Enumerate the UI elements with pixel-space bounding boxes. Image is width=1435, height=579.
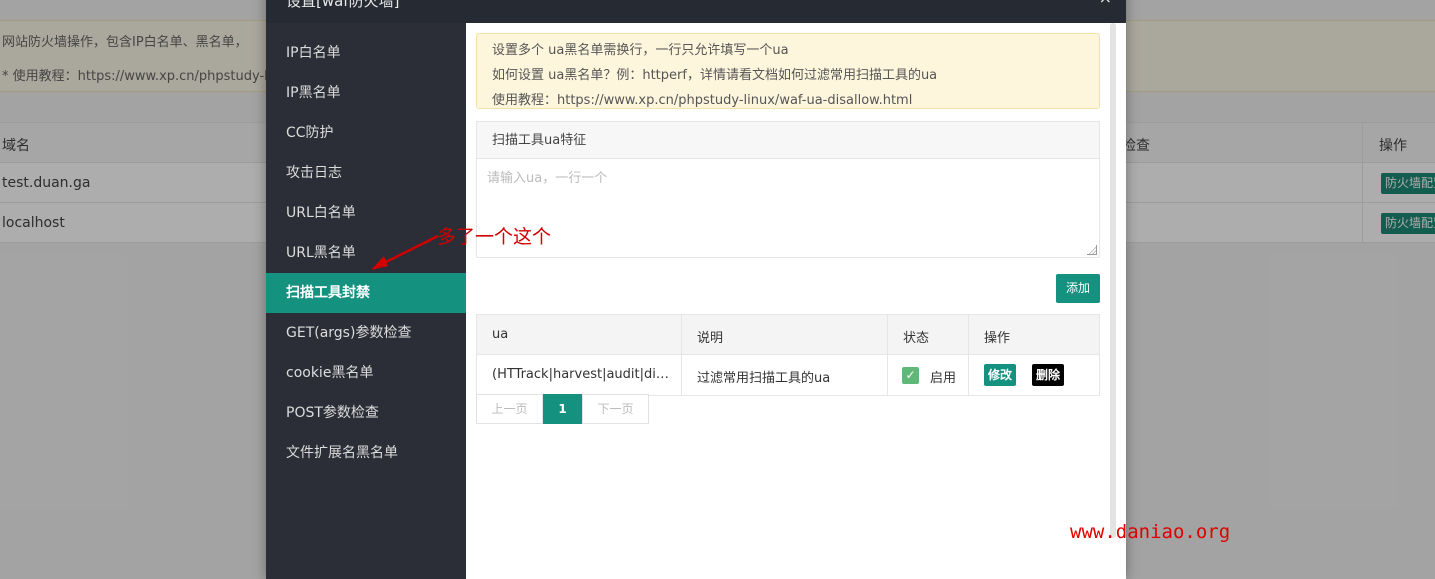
nav-item-scanner-block[interactable]: 扫描工具封禁 — [266, 273, 466, 313]
tips-line3: 使用教程：https://www.xp.cn/phpstudy-linux/wa… — [492, 93, 913, 108]
nav-item-ip-blacklist[interactable]: IP黑名单 — [266, 73, 466, 113]
header-op: 操作 — [969, 315, 1099, 354]
nav-item-cookie-blacklist[interactable]: cookie黑名单 — [266, 353, 466, 393]
table-row: (HTTrack|harvest|audit|di… 过滤常用扫描工具的ua ✓… — [477, 355, 1099, 395]
resize-grip-icon[interactable] — [1087, 245, 1097, 255]
side-nav: IP白名单 IP黑名单 CC防护 攻击日志 URL白名单 URL黑名单 扫描工具… — [266, 23, 466, 579]
nav-item-get-args-check[interactable]: GET(args)参数检查 — [266, 313, 466, 353]
ua-input[interactable] — [477, 159, 1099, 257]
edit-button[interactable]: 修改 — [984, 364, 1017, 386]
nav-item-file-ext-blacklist[interactable]: 文件扩展名黑名单 — [266, 433, 466, 473]
nav-item-cc-protection[interactable]: CC防护 — [266, 113, 466, 153]
header-ua: ua — [477, 315, 682, 354]
current-page[interactable]: 1 — [543, 394, 582, 424]
close-icon[interactable]: × — [1099, 0, 1112, 7]
delete-button[interactable]: 删除 — [1032, 364, 1065, 386]
annotation-text: 多了一个这个 — [437, 226, 552, 248]
cell-status: ✓ 启用 — [888, 355, 969, 395]
nav-item-attack-log[interactable]: 攻击日志 — [266, 153, 466, 193]
content-panel: 设置多个 ua黑名单需换行，一行只允许填写一个ua 如何设置 ua黑名单？例：h… — [466, 23, 1126, 579]
header-status: 状态 — [888, 315, 969, 354]
ua-table-header: ua 说明 状态 操作 — [477, 315, 1099, 355]
next-page-button[interactable]: 下一页 — [582, 394, 649, 424]
scrollbar[interactable] — [1110, 23, 1116, 538]
ua-form: 扫描工具ua特征 — [476, 121, 1100, 258]
annotation-arrow-icon — [371, 234, 439, 270]
nav-item-ip-whitelist[interactable]: IP白名单 — [266, 33, 466, 73]
ua-form-label: 扫描工具ua特征 — [477, 122, 1099, 159]
status-label: 启用 — [930, 371, 957, 386]
header-ua-label: ua — [492, 327, 509, 342]
header-desc: 说明 — [682, 315, 888, 354]
ua-table: ua 说明 状态 操作 (HTTrack|harvest|audit|di… 过… — [476, 314, 1100, 396]
tips-box: 设置多个 ua黑名单需换行，一行只允许填写一个ua 如何设置 ua黑名单？例：h… — [476, 33, 1100, 109]
cell-op: 修改 删除 — [969, 355, 1099, 395]
prev-page-button[interactable]: 上一页 — [476, 394, 543, 424]
add-button[interactable]: 添加 — [1056, 274, 1100, 303]
tips-line2: 如何设置 ua黑名单？例：httperf，详情请看文档如何过滤常用扫描工具的ua — [492, 68, 938, 83]
desc-value: 过滤常用扫描工具的ua — [697, 371, 831, 386]
header-desc-label: 说明 — [697, 331, 724, 346]
header-op-label: 操作 — [984, 331, 1011, 346]
tips-line1: 设置多个 ua黑名单需换行，一行只允许填写一个ua — [492, 43, 789, 58]
nav-item-post-check[interactable]: POST参数检查 — [266, 393, 466, 433]
nav-item-url-whitelist[interactable]: URL白名单 — [266, 193, 466, 233]
header-status-label: 状态 — [903, 331, 930, 346]
watermark: www.daniao.org — [1070, 521, 1231, 543]
modal-header: 设置[waf防火墙] × — [266, 0, 1126, 23]
ua-value: (HTTrack|harvest|audit|di… — [492, 367, 669, 382]
waf-settings-modal: 设置[waf防火墙] × IP白名单 IP黑名单 CC防护 攻击日志 URL白名… — [266, 0, 1126, 579]
cell-ua: (HTTrack|harvest|audit|di… — [477, 355, 682, 395]
cell-desc: 过滤常用扫描工具的ua — [682, 355, 888, 395]
modal-title: 设置[waf防火墙] — [286, 0, 400, 10]
status-checkbox[interactable]: ✓ — [902, 367, 919, 384]
